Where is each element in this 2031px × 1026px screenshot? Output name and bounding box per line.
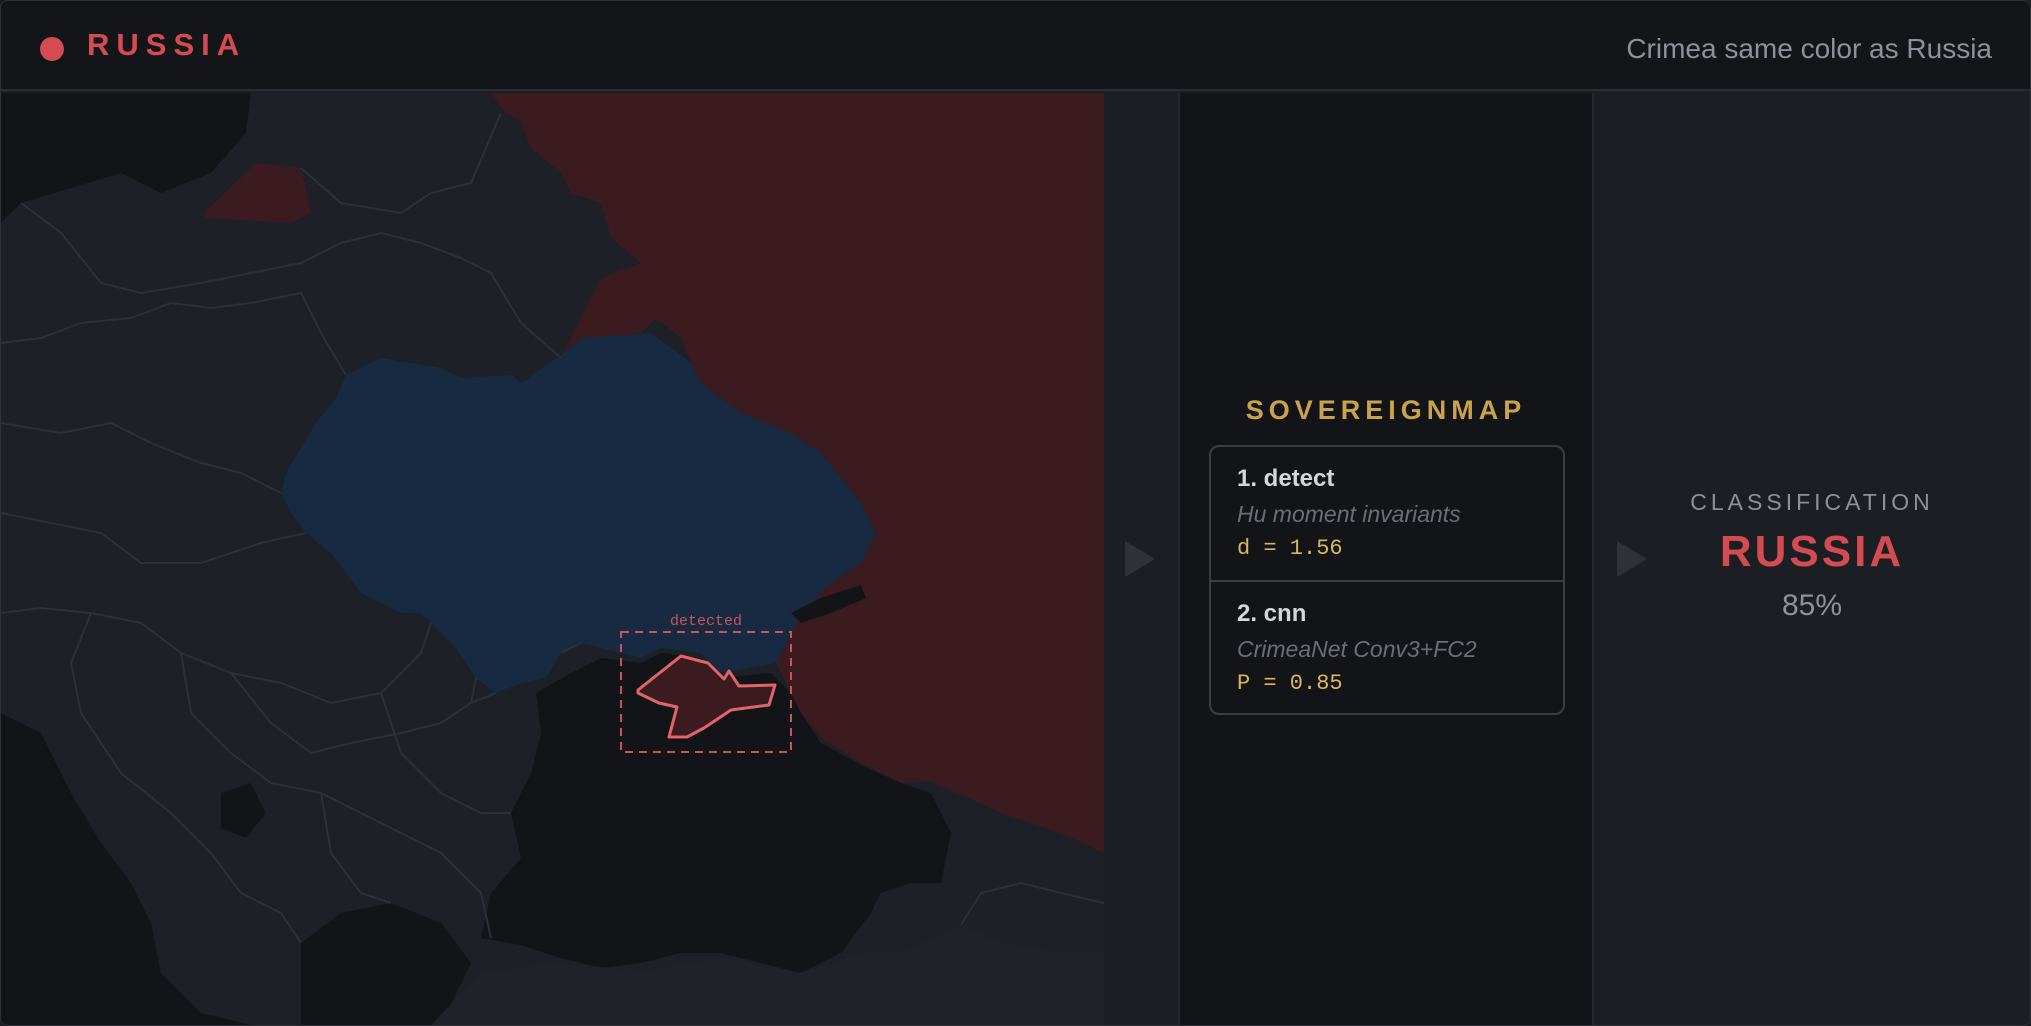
app-frame: RUSSIA Crimea same color as Russia detec… (0, 0, 2031, 1026)
header-caption: Crimea same color as Russia (1626, 33, 1992, 64)
step-detect: 1. detect Hu moment invariants d = 1.56 (1211, 447, 1563, 582)
map-canvas[interactable]: detected (1, 93, 1104, 1025)
result-panel: CLASSIFICATION RUSSIA 85% (1594, 93, 2030, 1025)
arrow-right-icon (1617, 541, 1647, 577)
map-panel[interactable]: detected (1, 93, 1104, 1025)
classification-label: CLASSIFICATION (1690, 489, 1934, 515)
step-method: CrimeaNet Conv3+FC2 (1237, 636, 1477, 662)
step-cnn: 2. cnn CrimeaNet Conv3+FC2 P = 0.85 (1211, 582, 1563, 713)
pipeline-steps: 1. detect Hu moment invariants d = 1.56 … (1209, 445, 1565, 715)
step-title: 1. detect (1237, 465, 1335, 492)
pipeline-panel: SOVEREIGNMAP 1. detect Hu moment invaria… (1178, 93, 1594, 1025)
classification-value: RUSSIA (1719, 527, 1905, 576)
pipeline-title: SOVEREIGNMAP (1245, 395, 1527, 425)
detection-label: detected (670, 613, 742, 630)
step-method: Hu moment invariants (1237, 501, 1461, 527)
step-title: 2. cnn (1237, 600, 1307, 627)
status-dot-icon (40, 37, 64, 61)
classification-confidence: 85% (1781, 589, 1843, 622)
header-bar: RUSSIA Crimea same color as Russia (1, 1, 2030, 91)
country-title: RUSSIA (87, 27, 247, 62)
step-metric: d = 1.56 (1237, 536, 1343, 561)
step-metric: P = 0.85 (1237, 671, 1343, 696)
arrow-right-icon (1125, 541, 1155, 577)
